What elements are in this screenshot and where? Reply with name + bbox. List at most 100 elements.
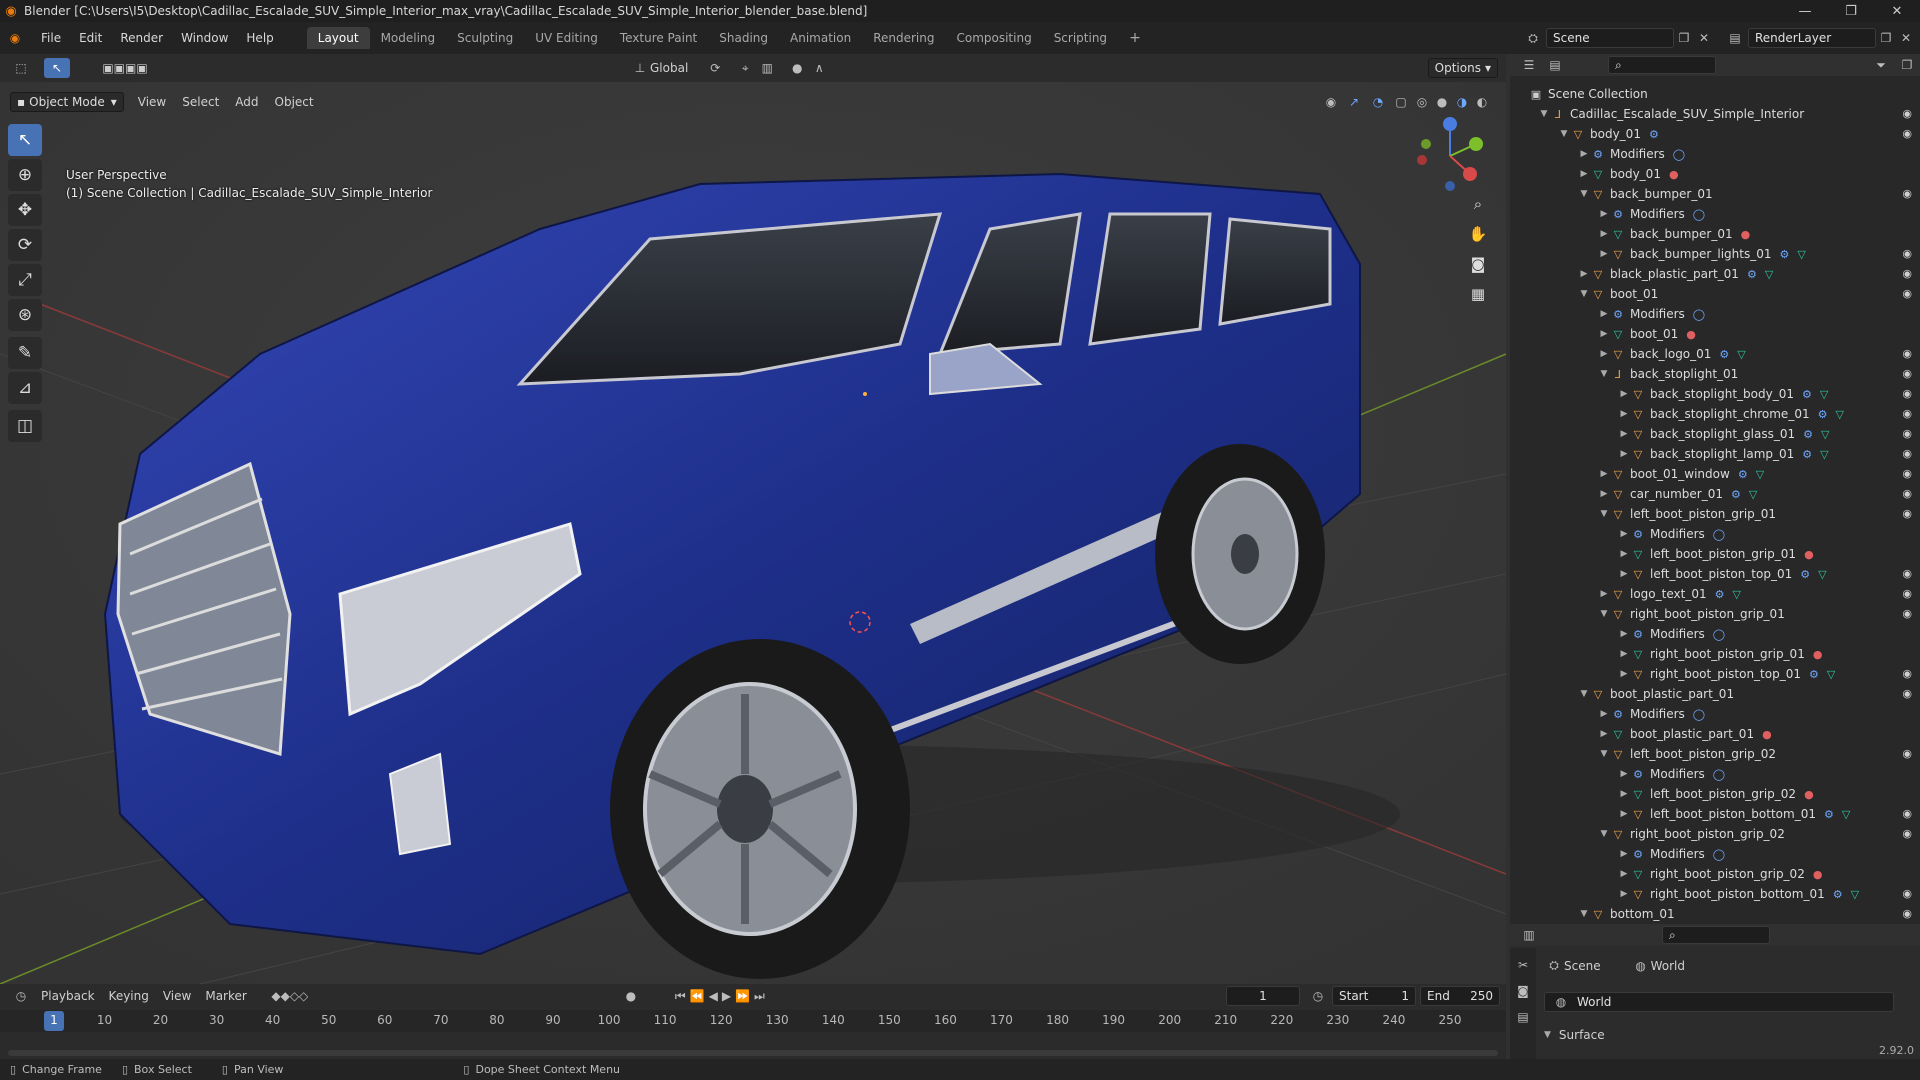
visibility-eye-icon[interactable]: ◉ (1902, 567, 1912, 580)
orientation-label[interactable]: Global (650, 61, 688, 75)
outliner-row[interactable]: ▶ ▽ left_boot_piston_grip_01 ● (1510, 544, 1920, 564)
outliner[interactable]: ☰ ▤ ⌕ ⏷ ❐ ▣ Scene Collection ▼ ⅃ Cadillac_… (1510, 54, 1920, 924)
collapse-arrow-icon[interactable]: ▼ (1538, 109, 1550, 119)
expand-arrow-icon[interactable]: ▶ (1598, 209, 1610, 219)
expand-arrow-icon[interactable]: ▶ (1578, 149, 1590, 159)
preview-range-icon[interactable]: ◷ (1308, 989, 1328, 1003)
expand-arrow-icon[interactable]: ▶ (1578, 169, 1590, 179)
proportional-edit-icon[interactable]: ● (786, 61, 808, 75)
outliner-row[interactable]: ▶ ⚙ Modifiers ◯ (1510, 144, 1920, 164)
viewport-menu-view[interactable]: View (130, 95, 174, 109)
select-tool-icon[interactable]: ↖ (8, 124, 42, 156)
visibility-eye-icon[interactable]: ◉ (1902, 827, 1912, 840)
outliner-row[interactable]: ▶ ▽ right_boot_piston_grip_02 ● (1510, 864, 1920, 884)
visibility-eye-icon[interactable]: ◉ (1902, 447, 1912, 460)
expand-arrow-icon[interactable]: ▶ (1598, 709, 1610, 719)
remove-layer-icon[interactable]: ✕ (1896, 31, 1916, 45)
outliner-row[interactable]: ▼ ▽ left_boot_piston_grip_01 ◉ (1510, 504, 1920, 524)
outliner-row[interactable]: ▶ ▽ right_boot_piston_bottom_01 ⚙ ▽ ◉ (1510, 884, 1920, 904)
pan-view-icon[interactable]: ✋ (1464, 220, 1492, 248)
visibility-eye-icon[interactable]: ◉ (1902, 267, 1912, 280)
solid-shading-icon[interactable]: ● (1432, 95, 1452, 109)
select-mode-icons[interactable]: ▣▣▣▣ (80, 61, 170, 75)
restore-icon[interactable]: ❐ (1828, 0, 1874, 22)
outliner-row[interactable]: ▶ ▽ back_stoplight_chrome_01 ⚙ ▽ ◉ (1510, 404, 1920, 424)
collapse-arrow-icon[interactable]: ▼ (1598, 509, 1610, 519)
outliner-row[interactable]: ▶ ▽ back_stoplight_lamp_01 ⚙ ▽ ◉ (1510, 444, 1920, 464)
tab-compositing[interactable]: Compositing (945, 27, 1042, 49)
3d-viewport[interactable]: ⬚ ↖ ▣▣▣▣ ⊥ Global ⟳ ⌖ ▥ ● ∧ Options ▾ ▪ Ob… (0, 54, 1506, 984)
collapse-arrow-icon[interactable]: ▼ (1578, 689, 1590, 699)
expand-arrow-icon[interactable]: ▶ (1618, 449, 1630, 459)
gizmo-icon[interactable]: ↗ (1342, 95, 1366, 109)
visibility-eye-icon[interactable]: ◉ (1902, 347, 1912, 360)
zoom-view-icon[interactable]: ⌕ (1464, 190, 1492, 218)
visibility-eye-icon[interactable]: ◉ (1902, 187, 1912, 200)
tab-shading[interactable]: Shading (708, 27, 779, 49)
options-dropdown[interactable]: Options ▾ (1427, 58, 1498, 78)
scene-tab-label[interactable]: Scene (1564, 959, 1601, 973)
annotate-tool-icon[interactable]: ✎ (8, 337, 42, 369)
z-axis-icon[interactable] (1443, 117, 1457, 131)
timeline[interactable]: ◷ Playback Keying View Marker ◆◆◇◇ ● ⏮⏪◀▶⏩⏭… (0, 984, 1506, 1059)
viewport-menu-object[interactable]: Object (267, 95, 322, 109)
expand-arrow-icon[interactable]: ▶ (1618, 649, 1630, 659)
visibility-eye-icon[interactable]: ◉ (1902, 907, 1912, 920)
xray-icon[interactable]: ▢ (1390, 95, 1412, 109)
timeline-editor-icon[interactable]: ◷ (8, 989, 34, 1003)
filter-icon[interactable]: ⏷ (1868, 58, 1894, 73)
transform-orientation-icon[interactable]: ⊥ (630, 61, 650, 75)
outliner-row[interactable]: ▼ ⅃ Cadillac_Escalade_SUV_Simple_Interior ◉ (1510, 104, 1920, 124)
expand-arrow-icon[interactable]: ▶ (1618, 869, 1630, 879)
visibility-eye-icon[interactable]: ◉ (1902, 407, 1912, 420)
outliner-row[interactable]: ▶ ▽ boot_plastic_part_01 ● (1510, 724, 1920, 744)
collapse-arrow-icon[interactable]: ▼ (1578, 289, 1590, 299)
outliner-search-input[interactable]: ⌕ (1608, 56, 1716, 74)
outliner-row[interactable]: ▼ ▽ right_boot_piston_grip_01 ◉ (1510, 604, 1920, 624)
visibility-eye-icon[interactable]: ◉ (1902, 747, 1912, 760)
render-layer-icon[interactable]: ▤ (1722, 31, 1748, 45)
expand-arrow-icon[interactable]: ▶ (1618, 569, 1630, 579)
display-mode-icon[interactable]: ▤ (1542, 58, 1568, 72)
x-axis-icon[interactable] (1463, 167, 1477, 181)
start-frame-field[interactable]: Start 1 (1332, 986, 1416, 1006)
outliner-row[interactable]: ▶ ▽ logo_text_01 ⚙ ▽ ◉ (1510, 584, 1920, 604)
timeline-menu-marker[interactable]: Marker (198, 989, 253, 1003)
world-tab-label[interactable]: World (1651, 959, 1685, 973)
visibility-eye-icon[interactable]: ◉ (1902, 607, 1912, 620)
tool-tab-icon[interactable]: ✂ (1510, 952, 1536, 978)
wireframe-shading-icon[interactable]: ◎ (1412, 95, 1432, 109)
tab-rendering[interactable]: Rendering (862, 27, 945, 49)
add-workspace-icon[interactable]: + (1118, 26, 1152, 50)
playback-controls-icon[interactable]: ⏮⏪◀▶⏩⏭ (662, 989, 782, 1004)
collapse-arrow-icon[interactable]: ▼ (1598, 369, 1610, 379)
new-scene-icon[interactable]: ❐ (1674, 31, 1694, 45)
visibility-icon[interactable]: ◉ (1320, 95, 1342, 109)
surface-panel-header[interactable]: ▼ Surface (1544, 1028, 1605, 1042)
menu-file[interactable]: File (32, 31, 70, 45)
tab-animation[interactable]: Animation (779, 27, 862, 49)
expand-arrow-icon[interactable]: ▶ (1618, 809, 1630, 819)
visibility-eye-icon[interactable]: ◉ (1902, 807, 1912, 820)
properties-panel[interactable]: ▥ ⌕ ✂ ◙ ▤ ⛭ Scene ◍ World ◍ World ▼ Surf… (1510, 924, 1920, 1059)
outliner-row[interactable]: ▶ ⚙ Modifiers ◯ (1510, 524, 1920, 544)
object-mode-dropdown[interactable]: ▪ Object Mode ▾ (10, 92, 124, 112)
visibility-eye-icon[interactable]: ◉ (1902, 427, 1912, 440)
rendered-shading-icon[interactable]: ◐ (1472, 95, 1492, 109)
expand-arrow-icon[interactable]: ▶ (1598, 469, 1610, 479)
menu-help[interactable]: Help (237, 31, 282, 45)
collapse-arrow-icon[interactable]: ▼ (1578, 189, 1590, 199)
minimize-icon[interactable]: — (1782, 0, 1828, 22)
outliner-row[interactable]: ▼ ⅃ back_stoplight_01 ◉ (1510, 364, 1920, 384)
timeline-menu-keying[interactable]: Keying (102, 989, 156, 1003)
outliner-row[interactable]: ▼ ▽ boot_plastic_part_01 ◉ (1510, 684, 1920, 704)
visibility-eye-icon[interactable]: ◉ (1902, 367, 1912, 380)
outliner-row[interactable]: ▼ ▽ left_boot_piston_grip_02 ◉ (1510, 744, 1920, 764)
tab-layout[interactable]: Layout (306, 27, 370, 49)
expand-arrow-icon[interactable]: ▶ (1598, 729, 1610, 739)
expand-arrow-icon[interactable]: ▶ (1598, 229, 1610, 239)
visibility-eye-icon[interactable]: ◉ (1902, 667, 1912, 680)
outliner-row[interactable]: ▶ ▽ boot_01 ● (1510, 324, 1920, 344)
outliner-row[interactable]: ▶ ▽ back_bumper_lights_01 ⚙ ▽ ◉ (1510, 244, 1920, 264)
visibility-eye-icon[interactable]: ◉ (1902, 107, 1912, 120)
